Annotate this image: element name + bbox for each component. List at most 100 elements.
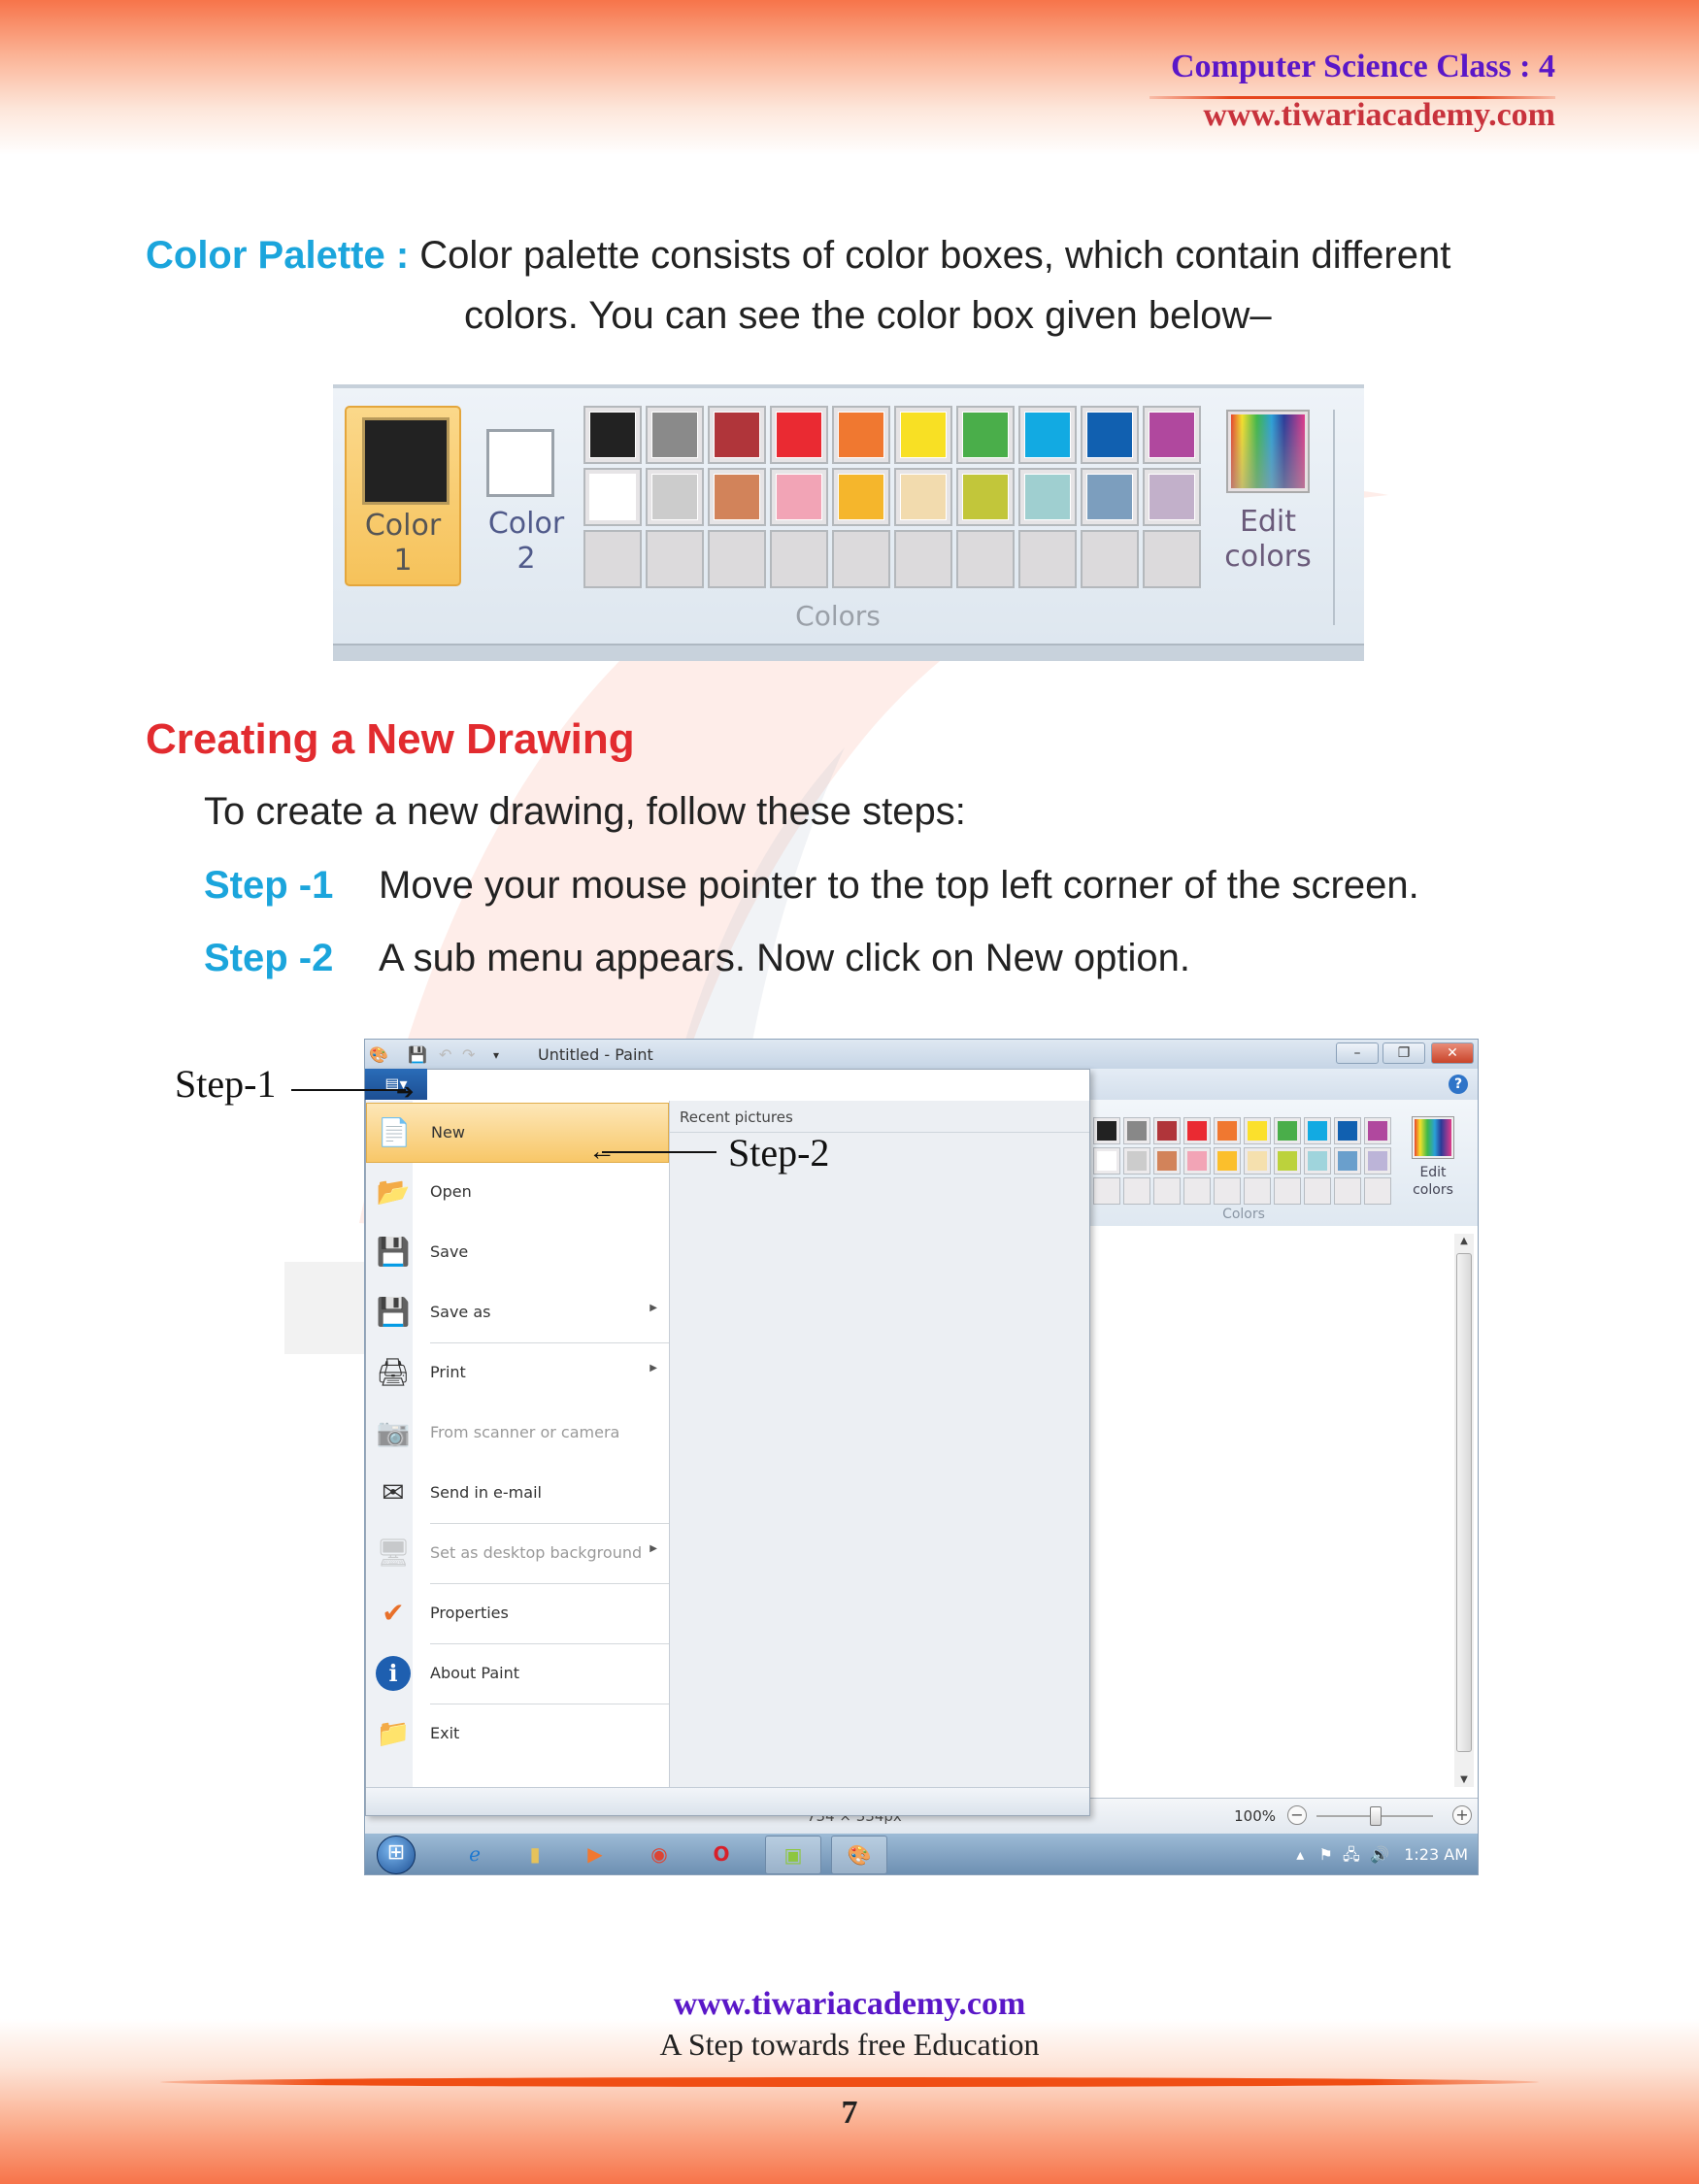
menu-item-send-in-e-mail[interactable]: ✉ Send in e-mail (366, 1464, 669, 1524)
ribbon-custom-color-slot[interactable] (1304, 1177, 1331, 1205)
color-swatch[interactable] (832, 406, 890, 464)
vertical-scrollbar[interactable]: ▲ ▼ (1454, 1234, 1474, 1787)
paint-icon[interactable]: 🎨 (831, 1836, 887, 1874)
menu-item-save-as[interactable]: 💾 Save as ▶ (366, 1283, 669, 1343)
ribbon-custom-color-slot[interactable] (1123, 1177, 1150, 1205)
ribbon-color-swatch[interactable] (1274, 1147, 1301, 1175)
custom-color-slot[interactable] (832, 530, 890, 588)
menu-item-open[interactable]: 📂 Open (366, 1163, 669, 1223)
custom-color-slot[interactable] (956, 530, 1015, 588)
ribbon-color-swatch[interactable] (1334, 1147, 1361, 1175)
ribbon-color-swatch[interactable] (1153, 1117, 1181, 1144)
ribbon-color-swatch[interactable] (1364, 1147, 1391, 1175)
ribbon-custom-color-slot[interactable] (1364, 1177, 1391, 1205)
custom-color-slot[interactable] (1018, 530, 1077, 588)
ribbon-custom-color-slot[interactable] (1244, 1177, 1271, 1205)
help-icon[interactable]: ? (1449, 1075, 1468, 1094)
color-swatch[interactable] (1143, 406, 1201, 464)
color-swatch[interactable] (646, 468, 704, 526)
ribbon-color-swatch[interactable] (1093, 1117, 1120, 1144)
color-swatch[interactable] (770, 468, 828, 526)
edit-colors-button[interactable]: Edit colors (1215, 410, 1321, 575)
header-url[interactable]: www.tiwariacademy.com (1203, 97, 1555, 134)
ribbon-color-swatch[interactable] (1214, 1117, 1241, 1144)
custom-color-slot[interactable] (894, 530, 952, 588)
restore-button[interactable]: ❐ (1383, 1042, 1425, 1064)
color-swatch[interactable] (1143, 468, 1201, 526)
ribbon-custom-color-slot[interactable] (1334, 1177, 1361, 1205)
undo-icon[interactable]: ↶ (439, 1045, 451, 1064)
opera-icon[interactable]: O (707, 1839, 736, 1869)
menu-item-from-scanner-or-camera[interactable]: 📷 From scanner or camera (366, 1404, 669, 1464)
start-button[interactable] (377, 1836, 416, 1874)
file-explorer-icon[interactable]: ▮ (520, 1839, 550, 1869)
network-icon[interactable]: 🖧 (1343, 1845, 1360, 1864)
color-swatch[interactable] (956, 468, 1015, 526)
ribbon-custom-color-slot[interactable] (1214, 1177, 1241, 1205)
ribbon-color-swatch[interactable] (1304, 1147, 1331, 1175)
show-hidden-icons-icon[interactable]: ▴ (1296, 1845, 1304, 1864)
color-swatch[interactable] (832, 468, 890, 526)
paint-green-icon[interactable]: ▣ (765, 1836, 821, 1874)
redo-icon[interactable]: ↷ (462, 1045, 475, 1064)
ribbon-color-swatch[interactable] (1183, 1117, 1211, 1144)
ribbon-color-swatch[interactable] (1274, 1117, 1301, 1144)
color-swatch[interactable] (708, 468, 766, 526)
ribbon-color-swatch[interactable] (1304, 1117, 1331, 1144)
menu-item-new[interactable]: 📄 New (366, 1103, 669, 1163)
minimize-button[interactable]: – (1336, 1042, 1379, 1064)
zoom-in-icon[interactable]: + (1452, 1805, 1472, 1825)
footer-url[interactable]: www.tiwariacademy.com (0, 1986, 1699, 2023)
save-icon[interactable]: 💾 (408, 1045, 427, 1064)
customize-icon[interactable]: ▾ (493, 1048, 499, 1062)
clock[interactable]: 1:23 AM (1404, 1845, 1468, 1864)
custom-color-slot[interactable] (1081, 530, 1139, 588)
color-swatch[interactable] (1018, 406, 1077, 464)
color-swatch[interactable] (583, 468, 642, 526)
scroll-down-icon[interactable]: ▼ (1454, 1774, 1474, 1785)
custom-color-slot[interactable] (708, 530, 766, 588)
ribbon-edit-colors-button[interactable]: Edit colors (1404, 1116, 1462, 1199)
internet-explorer-icon[interactable]: ℯ (460, 1839, 489, 1869)
volume-icon[interactable]: 🔊 (1370, 1845, 1389, 1864)
menu-item-save[interactable]: 💾 Save (366, 1223, 669, 1283)
ribbon-custom-color-slot[interactable] (1183, 1177, 1211, 1205)
menu-item-properties[interactable]: ✔ Properties (366, 1584, 669, 1644)
zoom-slider-knob[interactable] (1370, 1806, 1382, 1826)
custom-color-slot[interactable] (1143, 530, 1201, 588)
color-swatch[interactable] (708, 406, 766, 464)
color-swatch[interactable] (1081, 468, 1139, 526)
ribbon-color-swatch[interactable] (1364, 1117, 1391, 1144)
color-swatch[interactable] (894, 468, 952, 526)
color-swatch[interactable] (956, 406, 1015, 464)
color-swatch[interactable] (894, 406, 952, 464)
color-swatch[interactable] (770, 406, 828, 464)
menu-item-exit[interactable]: 📁 Exit (366, 1704, 669, 1765)
color-swatch[interactable] (583, 406, 642, 464)
zoom-slider[interactable] (1316, 1806, 1433, 1826)
action-center-icon[interactable]: ⚑ (1319, 1845, 1333, 1864)
color1-button[interactable]: Color 1 (345, 406, 461, 586)
custom-color-slot[interactable] (646, 530, 704, 588)
color-swatch[interactable] (1081, 406, 1139, 464)
scroll-up-icon[interactable]: ▲ (1454, 1236, 1474, 1246)
menu-item-about-paint[interactable]: ℹ About Paint (366, 1644, 669, 1704)
ribbon-custom-color-slot[interactable] (1274, 1177, 1301, 1205)
ribbon-color-swatch[interactable] (1123, 1147, 1150, 1175)
zoom-out-icon[interactable]: − (1287, 1805, 1307, 1825)
color2-button[interactable]: Color 2 (473, 406, 580, 586)
ribbon-color-swatch[interactable] (1093, 1147, 1120, 1175)
ribbon-color-swatch[interactable] (1244, 1147, 1271, 1175)
menu-item-print[interactable]: 🖨 Print ▶ (366, 1343, 669, 1404)
ribbon-custom-color-slot[interactable] (1153, 1177, 1181, 1205)
ribbon-color-swatch[interactable] (1244, 1117, 1271, 1144)
custom-color-slot[interactable] (770, 530, 828, 588)
ribbon-color-swatch[interactable] (1123, 1117, 1150, 1144)
ribbon-color-swatch[interactable] (1153, 1147, 1181, 1175)
ribbon-color-swatch[interactable] (1334, 1117, 1361, 1144)
close-button[interactable]: ✕ (1431, 1042, 1474, 1064)
ribbon-color-swatch[interactable] (1183, 1147, 1211, 1175)
scrollbar-thumb[interactable] (1456, 1253, 1472, 1752)
chrome-icon[interactable]: ◉ (645, 1839, 674, 1869)
color-swatch[interactable] (1018, 468, 1077, 526)
